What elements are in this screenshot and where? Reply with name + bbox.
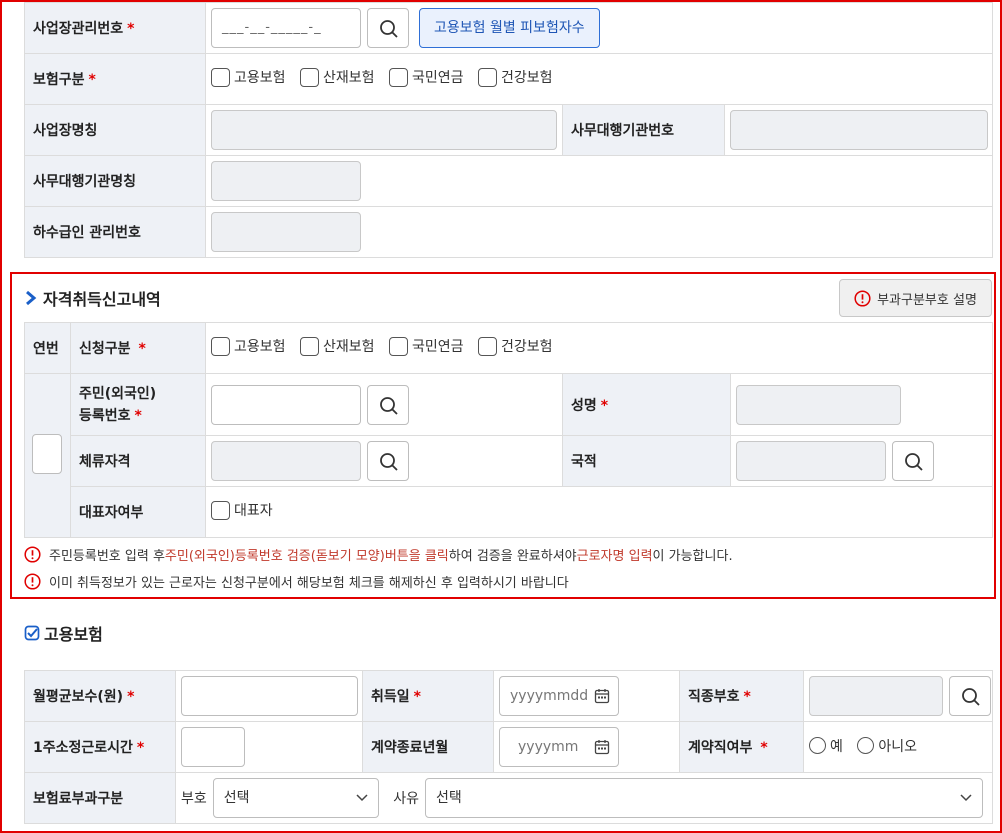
- premium-code-select[interactable]: 선택: [212, 778, 379, 818]
- chevron-right-icon: [26, 290, 37, 306]
- rrn-input[interactable]: [211, 384, 361, 425]
- search-icon: [962, 688, 980, 706]
- check-square-icon: [24, 625, 40, 641]
- job-code-input[interactable]: [809, 676, 943, 716]
- ins-type-accident-checkbox[interactable]: 산재보험: [299, 67, 375, 87]
- nationality-input[interactable]: [736, 441, 886, 481]
- search-icon: [380, 453, 398, 471]
- search-icon: [380, 396, 398, 415]
- calendar-icon: [594, 740, 610, 755]
- agency-no-input[interactable]: [730, 110, 988, 150]
- alert-circle-icon: [24, 573, 41, 590]
- premium-reason-select[interactable]: 선택: [424, 778, 983, 818]
- acquisition-section-title: 자격취득신고내역: [24, 286, 161, 310]
- chevron-down-icon: [356, 794, 368, 802]
- calendar-icon: [594, 689, 610, 704]
- worker-name-input[interactable]: [736, 384, 901, 425]
- monthly-insured-button[interactable]: 고용보험 월별 피보험자수: [419, 8, 600, 48]
- alert-circle-icon: [24, 546, 41, 563]
- apply-employment-checkbox[interactable]: 고용보험: [211, 336, 286, 356]
- apply-pension-checkbox[interactable]: 국민연금: [388, 336, 464, 356]
- apply-accident-checkbox[interactable]: 산재보험: [299, 336, 375, 356]
- stay-status-input[interactable]: [211, 441, 361, 481]
- ins-type-employment-checkbox[interactable]: 고용보험: [211, 67, 286, 87]
- biz-name-input[interactable]: [211, 110, 557, 150]
- monthly-wage-input[interactable]: [181, 676, 358, 716]
- acquisition-date-input[interactable]: yyyymmdd: [499, 676, 619, 716]
- apply-health-checkbox[interactable]: 건강보험: [477, 336, 552, 356]
- row-select-checkbox[interactable]: [32, 433, 62, 474]
- subcontractor-no-input[interactable]: [211, 212, 361, 252]
- representative-checkbox[interactable]: 대표자: [211, 500, 273, 520]
- stay-status-search-button[interactable]: [367, 441, 409, 481]
- contract-end-input[interactable]: yyyymm: [499, 727, 619, 767]
- weekly-hours-input[interactable]: [181, 727, 245, 767]
- alert-circle-icon: [854, 289, 871, 307]
- search-icon: [905, 453, 923, 471]
- business-info-table: 사업장관리번호 * ___-__-_____-_ 고용보험 월별 피보험자수 보험구…: [24, 2, 993, 258]
- biz-no-input[interactable]: ___-__-_____-_: [211, 8, 361, 48]
- rrn-verify-button[interactable]: [367, 384, 409, 425]
- biz-no-label-cell: 사업장관리번호 *: [24, 2, 206, 54]
- ins-type-health-checkbox[interactable]: 건강보험: [477, 67, 552, 87]
- nationality-search-button[interactable]: [892, 441, 934, 481]
- notice-rrn-verify: 주민등록번호 입력 후 주민(외국인)등록번호 검증(돋보기 모양)버튼을 클릭…: [24, 545, 733, 564]
- search-icon: [380, 20, 398, 38]
- job-code-search-button[interactable]: [949, 676, 991, 716]
- employment-insurance-table: 월평균보수(원) * 취득일 * yyyymmdd 직종부호 * 1주소정근로시간 * …: [24, 670, 993, 824]
- ins-type-pension-checkbox[interactable]: 국민연금: [388, 67, 464, 87]
- biz-no-search-button[interactable]: [367, 8, 409, 48]
- employment-insurance-title: 고용보험: [24, 621, 103, 645]
- notice-existing-acquisition: 이미 취득정보가 있는 근로자는 신청구분에서 해당보험 체크를 해제하신 후 …: [24, 572, 569, 591]
- chevron-down-icon: [960, 794, 972, 802]
- premium-code-help-button[interactable]: 부과구분부호 설명: [839, 279, 992, 317]
- contract-yes-radio[interactable]: 예: [809, 736, 843, 756]
- agency-name-input[interactable]: [211, 161, 361, 201]
- contract-no-radio[interactable]: 아니오: [857, 736, 917, 756]
- acquisition-table: 연번 신청구분 * 고용보험 산재보험 국민연금 건강보험 주민(외국인) 등록번호…: [24, 322, 994, 538]
